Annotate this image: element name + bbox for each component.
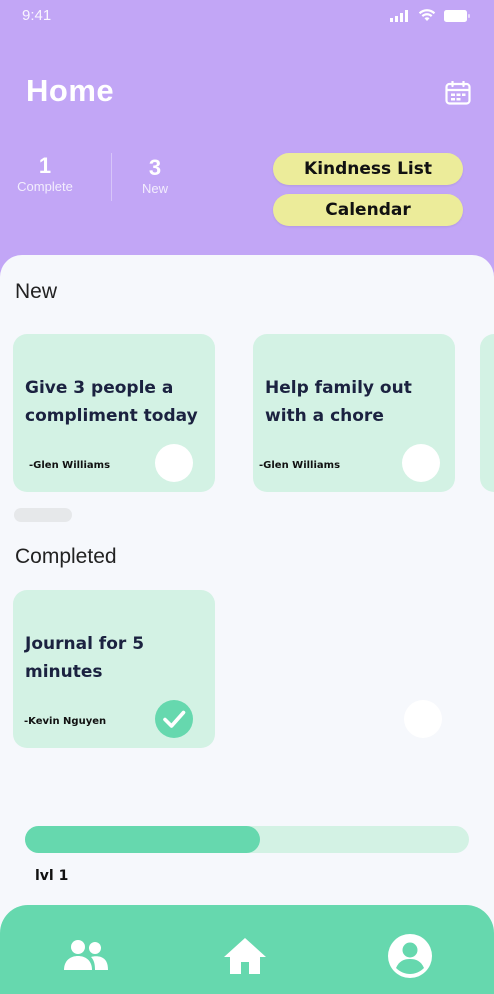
stat-new-value: 3	[148, 155, 162, 180]
stat-complete: 1 Complete	[8, 153, 82, 195]
carousel-scroll-indicator[interactable]	[14, 508, 72, 522]
stat-new-label: New	[141, 181, 168, 196]
nav-home[interactable]	[219, 933, 271, 979]
level-progress-bar	[25, 826, 469, 853]
task-author: -Glen Williams	[29, 460, 111, 471]
level-label: lvl 1	[35, 868, 69, 884]
signal-icon	[390, 9, 408, 22]
complete-toggle[interactable]	[402, 444, 440, 482]
complete-toggle[interactable]	[155, 444, 193, 482]
status-time: 9:41	[22, 7, 52, 24]
task-text: Give 3 people a compliment today	[25, 378, 198, 426]
calendar-button[interactable]: Calendar	[273, 194, 463, 226]
nav-profile[interactable]	[384, 933, 436, 979]
page-title: Home	[26, 73, 115, 108]
calendar-icon[interactable]	[445, 81, 471, 105]
status-bar: 9:41	[0, 0, 494, 34]
task-author: -Kevin Nguyen	[24, 716, 107, 727]
home-icon	[224, 938, 266, 974]
friends-icon	[64, 940, 108, 970]
kindness-list-button[interactable]: Kindness List	[273, 153, 463, 185]
section-title-new: New	[15, 280, 58, 303]
task-card-peek[interactable]	[480, 334, 494, 492]
nav-friends[interactable]	[60, 933, 112, 979]
section-title-completed: Completed	[15, 545, 117, 568]
header: 9:41 Home 1 Complete 3 New Kindness List…	[0, 0, 494, 280]
profile-icon	[388, 934, 432, 978]
bottom-nav	[0, 905, 494, 994]
stat-new: 3 New	[125, 155, 185, 197]
task-card[interactable]: Help family out with a chore -Glen Willi…	[253, 334, 455, 492]
stat-divider	[111, 153, 112, 201]
task-text: Help family out with a chore	[265, 378, 412, 426]
status-icons	[390, 9, 470, 22]
checkmark-icon	[163, 710, 186, 728]
task-text: Journal for 5 minutes	[25, 634, 145, 682]
task-card-completed[interactable]: Journal for 5 minutes -Kevin Nguyen	[13, 590, 215, 748]
stat-complete-value: 1	[38, 153, 52, 178]
task-card[interactable]: Give 3 people a compliment today -Glen W…	[13, 334, 215, 492]
completed-check[interactable]	[155, 700, 193, 738]
battery-icon	[444, 9, 470, 22]
level-progress-fill	[25, 826, 261, 853]
empty-slot-circle	[404, 700, 442, 738]
stat-complete-label: Complete	[17, 179, 73, 194]
wifi-icon	[418, 9, 436, 21]
task-author: -Glen Williams	[259, 460, 341, 471]
